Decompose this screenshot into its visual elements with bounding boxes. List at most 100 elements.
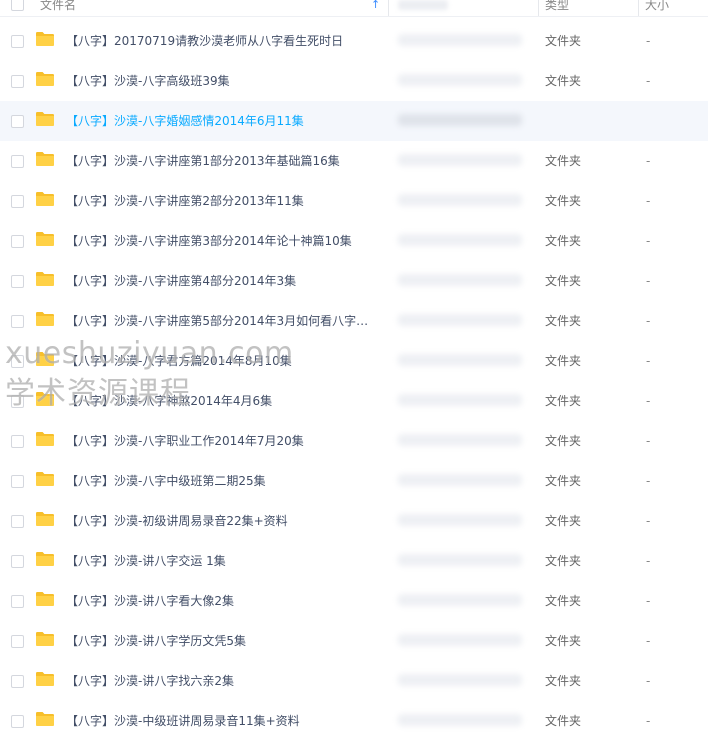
folder-icon	[36, 272, 54, 286]
file-row[interactable]: 【八字】沙漠-八字君方篇2014年8月10集 文件夹 -	[0, 341, 708, 381]
row-checkbox[interactable]	[11, 355, 24, 368]
file-size: -	[646, 674, 651, 688]
row-checkbox[interactable]	[11, 315, 24, 328]
modified-date-redacted	[398, 514, 522, 526]
file-row[interactable]: 【八字】沙漠-讲八字看大像2集 文件夹 -	[0, 581, 708, 621]
file-row[interactable]: 【八字】20170719请教沙漠老师从八字看生死时日 文件夹 -	[0, 21, 708, 61]
modified-date-redacted	[398, 274, 522, 286]
folder-icon	[36, 152, 54, 166]
row-checkbox[interactable]	[11, 155, 24, 168]
modified-date-redacted	[398, 554, 522, 566]
file-size: -	[646, 234, 651, 248]
modified-date-redacted	[398, 674, 522, 686]
row-checkbox[interactable]	[11, 195, 24, 208]
modified-date-redacted	[398, 234, 522, 246]
sort-ascending-icon[interactable]: ↑	[371, 0, 380, 13]
file-row[interactable]: 【八字】沙漠-八字婚姻感情2014年6月11集	[0, 101, 708, 141]
file-name-link[interactable]: 【八字】沙漠-八字讲座第4部分2014年3集	[66, 273, 296, 289]
modified-date-redacted	[398, 634, 522, 646]
row-checkbox[interactable]	[11, 675, 24, 688]
file-row[interactable]: 【八字】沙漠-中级班讲周易录音11集+资料 文件夹 -	[0, 701, 708, 741]
row-checkbox[interactable]	[11, 555, 24, 568]
row-checkbox[interactable]	[11, 715, 24, 728]
file-size: -	[646, 474, 651, 488]
row-checkbox[interactable]	[11, 275, 24, 288]
row-checkbox[interactable]	[11, 475, 24, 488]
folder-icon	[36, 312, 54, 326]
file-type: 文件夹	[545, 274, 582, 288]
column-divider	[388, 0, 389, 16]
file-type: 文件夹	[545, 474, 582, 488]
file-name-link[interactable]: 【八字】沙漠-讲八字找六亲2集	[66, 673, 234, 689]
file-size: -	[646, 594, 651, 608]
file-size: -	[646, 194, 651, 208]
file-row[interactable]: 【八字】沙漠-八字讲座第5部分2014年3月如何看八字好... 文件夹 -	[0, 301, 708, 341]
file-name-link[interactable]: 【八字】沙漠-八字讲座第5部分2014年3月如何看八字好...	[66, 313, 378, 329]
file-name-link[interactable]: 【八字】沙漠-八字职业工作2014年7月20集	[66, 433, 304, 449]
column-header-modified[interactable]	[398, 0, 448, 10]
modified-date-redacted	[398, 154, 522, 166]
column-header-name[interactable]: 文件名	[40, 0, 76, 13]
file-row[interactable]: 【八字】沙漠-八字讲座第3部分2014年论十神篇10集 文件夹 -	[0, 221, 708, 261]
file-row[interactable]: 【八字】沙漠-八字中级班第二期25集 文件夹 -	[0, 461, 708, 501]
file-type: 文件夹	[545, 154, 582, 168]
file-type: 文件夹	[545, 514, 582, 528]
file-name-link[interactable]: 【八字】沙漠-八字讲座第2部分2013年11集	[66, 193, 304, 209]
modified-date-redacted	[398, 714, 522, 726]
row-checkbox[interactable]	[11, 75, 24, 88]
file-type: 文件夹	[545, 634, 582, 648]
file-row[interactable]: 【八字】沙漠-讲八字学历文凭5集 文件夹 -	[0, 621, 708, 661]
file-row[interactable]: 【八字】沙漠-讲八字找六亲2集 文件夹 -	[0, 661, 708, 701]
file-name-link[interactable]: 【八字】沙漠-八字讲座第1部分2013年基础篇16集	[66, 153, 340, 169]
column-header-size[interactable]: 大小	[645, 0, 669, 13]
file-name-link[interactable]: 【八字】沙漠-讲八字交运 1集	[66, 553, 226, 569]
file-type: 文件夹	[545, 674, 582, 688]
row-checkbox[interactable]	[11, 515, 24, 528]
modified-date-redacted	[398, 394, 522, 406]
select-all-checkbox[interactable]	[11, 0, 24, 11]
file-row[interactable]: 【八字】沙漠-八字高级班39集 文件夹 -	[0, 61, 708, 101]
file-name-link[interactable]: 【八字】沙漠-初级讲周易录音22集+资料	[66, 513, 288, 529]
row-checkbox[interactable]	[11, 595, 24, 608]
column-divider	[538, 0, 539, 16]
row-checkbox[interactable]	[11, 35, 24, 48]
row-checkbox[interactable]	[11, 395, 24, 408]
file-name-link[interactable]: 【八字】沙漠-讲八字看大像2集	[66, 593, 234, 609]
row-checkbox[interactable]	[11, 635, 24, 648]
file-name-link[interactable]: 【八字】沙漠-八字讲座第3部分2014年论十神篇10集	[66, 233, 352, 249]
file-type: 文件夹	[545, 594, 582, 608]
file-name-link[interactable]: 【八字】沙漠-八字君方篇2014年8月10集	[66, 353, 292, 369]
modified-date-redacted	[398, 474, 522, 486]
file-row[interactable]: 【八字】沙漠-初级讲周易录音22集+资料 文件夹 -	[0, 501, 708, 541]
folder-icon	[36, 112, 54, 126]
file-name-link[interactable]: 【八字】沙漠-中级班讲周易录音11集+资料	[66, 713, 300, 729]
modified-date-redacted	[398, 594, 522, 606]
file-row[interactable]: 【八字】沙漠-八字职业工作2014年7月20集 文件夹 -	[0, 421, 708, 461]
file-row[interactable]: 【八字】沙漠-讲八字交运 1集 文件夹 -	[0, 541, 708, 581]
column-header-type[interactable]: 类型	[545, 0, 569, 13]
file-size: -	[646, 634, 651, 648]
file-name-link[interactable]: 【八字】沙漠-讲八字学历文凭5集	[66, 633, 246, 649]
folder-icon	[36, 32, 54, 46]
folder-icon	[36, 392, 54, 406]
file-name-link[interactable]: 【八字】20170719请教沙漠老师从八字看生死时日	[66, 33, 343, 49]
file-name-link[interactable]: 【八字】沙漠-八字中级班第二期25集	[66, 473, 266, 489]
folder-icon	[36, 192, 54, 206]
folder-icon	[36, 552, 54, 566]
row-checkbox[interactable]	[11, 115, 24, 128]
row-checkbox[interactable]	[11, 235, 24, 248]
folder-icon	[36, 672, 54, 686]
file-size: -	[646, 74, 651, 88]
file-row[interactable]: 【八字】沙漠-八字讲座第1部分2013年基础篇16集 文件夹 -	[0, 141, 708, 181]
file-row[interactable]: 【八字】沙漠-八字神煞2014年4月6集 文件夹 -	[0, 381, 708, 421]
file-size: -	[646, 274, 651, 288]
folder-icon	[36, 512, 54, 526]
row-checkbox[interactable]	[11, 435, 24, 448]
file-row[interactable]: 【八字】沙漠-八字讲座第4部分2014年3集 文件夹 -	[0, 261, 708, 301]
modified-date-redacted	[398, 314, 522, 326]
file-name-link[interactable]: 【八字】沙漠-八字神煞2014年4月6集	[66, 393, 272, 409]
file-name-link[interactable]: 【八字】沙漠-八字高级班39集	[66, 73, 230, 89]
folder-icon	[36, 632, 54, 646]
file-row[interactable]: 【八字】沙漠-八字讲座第2部分2013年11集 文件夹 -	[0, 181, 708, 221]
file-name-link[interactable]: 【八字】沙漠-八字婚姻感情2014年6月11集	[66, 113, 304, 129]
